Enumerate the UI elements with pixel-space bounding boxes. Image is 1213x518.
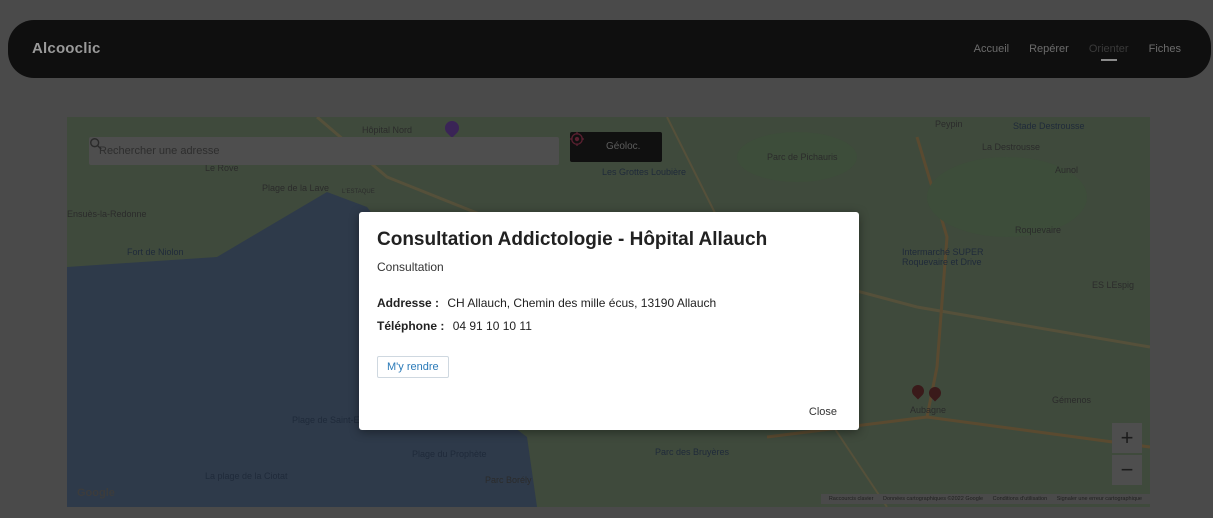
place-label: Parc Borély [485,475,532,485]
place-label: Ensuès-la-Redonne [67,209,147,219]
geolocation-button[interactable]: Géoloc. [570,132,662,162]
place-label: Parc de Pichauris [767,152,838,162]
place-label: Hôpital Nord [362,125,413,135]
place-label: Les Grottes Loubière [602,167,687,177]
google-logo: Google [77,487,115,499]
place-label: Plage de la Lave [262,183,330,193]
top-navbar: Alcooclic Accueil Repérer Orienter Fiche… [8,20,1211,78]
place-label: Roquevaire [1015,225,1062,235]
nav-accueil[interactable]: Accueil [974,43,1009,55]
place-label: ES LEspig [1092,280,1135,290]
address-search-input[interactable] [89,137,529,165]
place-label: Gémenos [1052,395,1092,405]
keyboard-shortcuts-link[interactable]: Raccourcis clavier [829,496,874,502]
nav-links: Accueil Repérer Orienter Fiches [974,43,1181,61]
address-value: CH Allauch, Chemin des mille écus, 13190… [447,296,717,310]
address-label: Addresse : [377,296,440,310]
crosshair-icon [570,132,584,146]
place-label: L'ESTAQUE [342,189,375,195]
place-detail-modal: Consultation Addictologie - Hôpital Alla… [359,212,859,430]
place-label: Aunol [1055,165,1079,175]
place-label: Stade Destrousse [1013,121,1085,131]
nav-reperer[interactable]: Repérer [1029,43,1069,55]
map-attribution: Raccourcis clavier Données cartographiqu… [820,494,1150,504]
nav-orienter[interactable]: Orienter [1089,43,1129,61]
report-error-link[interactable]: Signaler une erreur cartographique [1057,496,1142,502]
place-label: Parc des Bruyères [655,447,730,457]
modal-title: Consultation Addictologie - Hôpital Alla… [377,229,768,250]
directions-button[interactable]: M'y rendre [377,356,449,378]
geolocation-label: Géoloc. [606,141,641,152]
close-button[interactable]: Close [809,406,837,418]
zoom-out-button[interactable]: − [1112,455,1142,485]
place-label: Plage du Prophète [412,449,487,459]
search-icon[interactable] [89,137,103,151]
place-label: Peypin [935,119,963,129]
place-label: Fort de Niolon [127,247,184,257]
phone-row: Téléphone : 04 91 10 10 11 [377,319,532,333]
place-label: Aubagne [910,405,947,415]
zoom-in-button[interactable]: + [1112,423,1142,453]
brand-logo[interactable]: Alcooclic [32,40,101,57]
place-label: La plage de la Ciotat [205,471,288,481]
modal-subtitle: Consultation [377,260,444,274]
place-label: Intermarché SUPER Roquevaire et Drive [902,247,984,267]
map-data-credit: Données cartographiques ©2022 Google [882,496,984,502]
address-search-box [89,137,559,165]
terms-link[interactable]: Conditions d'utilisation [993,496,1048,502]
address-row: Addresse : CH Allauch, Chemin des mille … [377,296,716,310]
nav-fiches[interactable]: Fiches [1149,43,1181,55]
place-label: La Destrousse [982,142,1041,152]
phone-value[interactable]: 04 91 10 10 11 [453,319,532,333]
phone-label: Téléphone : [377,319,445,333]
